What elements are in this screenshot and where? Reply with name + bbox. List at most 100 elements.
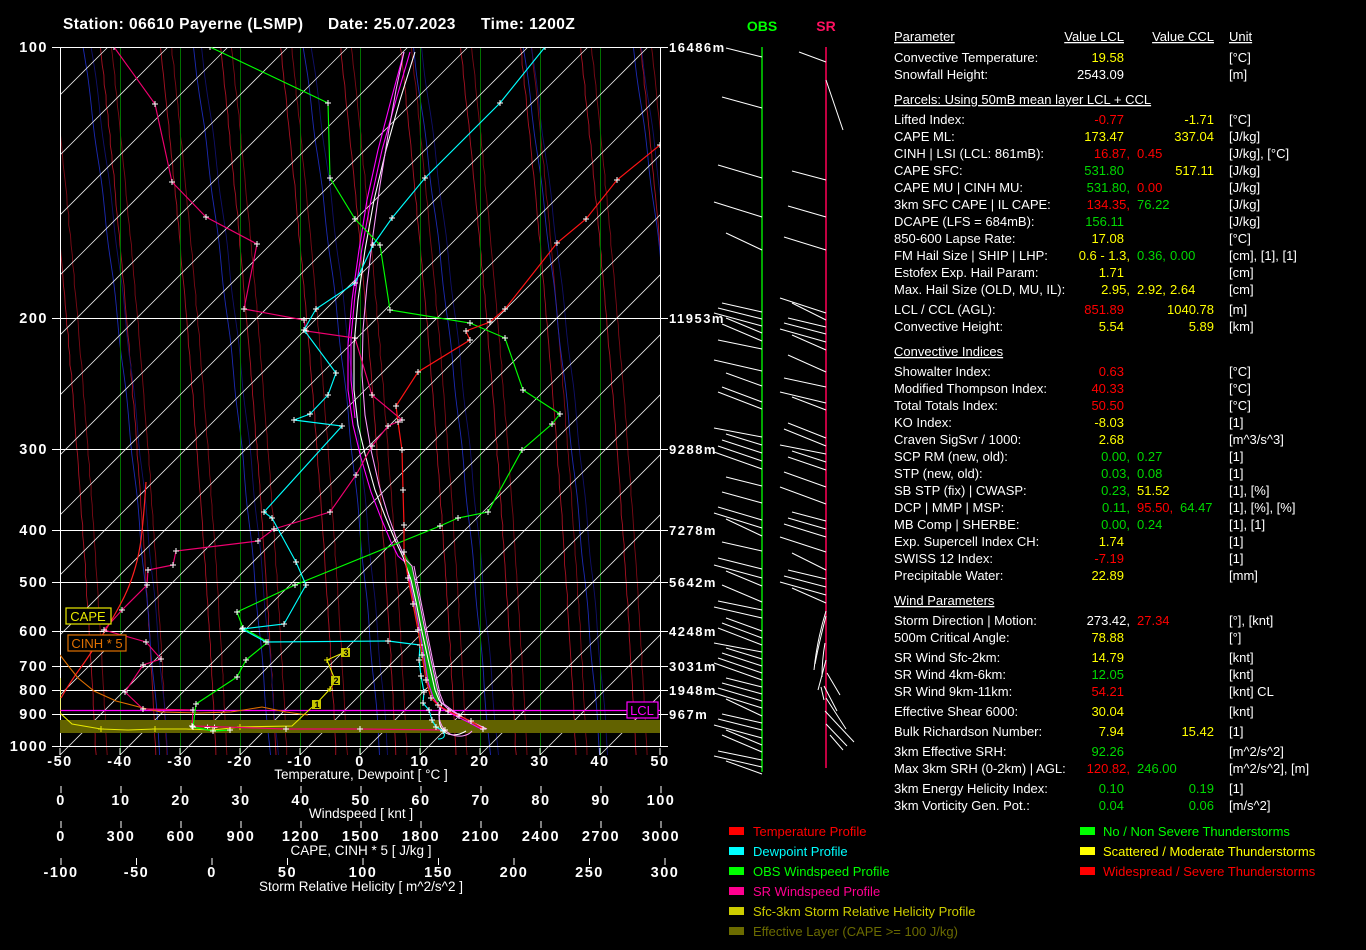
- svg-text:95.50,: 95.50,: [1137, 500, 1173, 515]
- svg-text:KO Index:: KO Index:: [894, 415, 952, 430]
- svg-text:-50: -50: [47, 754, 72, 770]
- svg-text:Wind Parameters: Wind Parameters: [894, 593, 995, 608]
- svg-text:12.05: 12.05: [1091, 667, 1124, 682]
- svg-text:800: 800: [19, 683, 48, 699]
- svg-text:300: 300: [107, 829, 136, 845]
- svg-text:2100: 2100: [462, 829, 500, 845]
- svg-text:78.88: 78.88: [1091, 630, 1124, 645]
- svg-text:300: 300: [651, 865, 680, 881]
- svg-text:0.00: 0.00: [1170, 248, 1195, 263]
- svg-text:0.36,: 0.36,: [1137, 248, 1166, 263]
- svg-text:[cm]: [cm]: [1229, 282, 1254, 297]
- svg-text:3031m: 3031m: [669, 659, 717, 674]
- svg-text:Value CCL: Value CCL: [1152, 29, 1214, 44]
- svg-text:7278m: 7278m: [669, 523, 717, 538]
- svg-text:[m^2/s^2]: [m^2/s^2]: [1229, 744, 1284, 759]
- svg-text:0.6 - 1.3,: 0.6 - 1.3,: [1079, 248, 1130, 263]
- svg-text:64.47: 64.47: [1180, 500, 1213, 515]
- svg-text:2543.09: 2543.09: [1077, 67, 1124, 82]
- svg-text:[1]: [1]: [1229, 466, 1243, 481]
- svg-text:851.89: 851.89: [1084, 302, 1124, 317]
- svg-text:40.33: 40.33: [1091, 381, 1124, 396]
- svg-text:92.26: 92.26: [1091, 744, 1124, 759]
- svg-text:70: 70: [471, 793, 490, 809]
- svg-text:0.27: 0.27: [1137, 449, 1162, 464]
- svg-text:531.80,: 531.80,: [1087, 180, 1130, 195]
- svg-text:600: 600: [167, 829, 196, 845]
- svg-text:SR Windspeed Profile: SR Windspeed Profile: [753, 884, 880, 899]
- svg-text:[1]: [1]: [1229, 781, 1243, 796]
- svg-text:246.00: 246.00: [1137, 761, 1177, 776]
- svg-text:[°C]: [°C]: [1229, 398, 1251, 413]
- svg-text:[1]: [1]: [1229, 551, 1243, 566]
- svg-text:50: 50: [650, 754, 669, 770]
- svg-text:3km SFC CAPE | IL CAPE:: 3km SFC CAPE | IL CAPE:: [894, 197, 1051, 212]
- svg-text:Effective Layer (CAPE >= 100 J: Effective Layer (CAPE >= 100 J/kg): [753, 924, 958, 939]
- svg-text:16.87,: 16.87,: [1094, 146, 1130, 161]
- svg-text:30: 30: [231, 793, 250, 809]
- svg-text:-30: -30: [167, 754, 192, 770]
- svg-text:0.00,: 0.00,: [1101, 449, 1130, 464]
- svg-text:No / Non Severe Thunderstorms: No / Non Severe Thunderstorms: [1103, 824, 1290, 839]
- svg-text:Precipitable Water:: Precipitable Water:: [894, 568, 1003, 583]
- svg-text:Station: 06610 Payerne (LSMP): Station: 06610 Payerne (LSMP): [63, 16, 303, 33]
- svg-text:Modified Thompson Index:: Modified Thompson Index:: [894, 381, 1047, 396]
- svg-text:[knt]: [knt]: [1229, 667, 1254, 682]
- svg-text:[1]: [1]: [1229, 415, 1243, 430]
- svg-text:Sfc-3km Storm Relative Helicit: Sfc-3km Storm Relative Helicity Profile: [753, 904, 976, 919]
- svg-text:9288m: 9288m: [669, 442, 717, 457]
- svg-text:Time: 1200Z: Time: 1200Z: [481, 16, 575, 33]
- svg-text:OBS Windspeed Profile: OBS Windspeed Profile: [753, 864, 890, 879]
- svg-text:-7.19: -7.19: [1094, 551, 1124, 566]
- svg-text:54.21: 54.21: [1091, 684, 1124, 699]
- svg-text:0.11,: 0.11,: [1102, 500, 1130, 515]
- svg-text:20: 20: [470, 754, 489, 770]
- svg-text:Temperature, Dewpoint [ °C ]: Temperature, Dewpoint [ °C ]: [274, 767, 447, 782]
- svg-text:967m: 967m: [669, 707, 708, 722]
- svg-text:900: 900: [19, 707, 48, 723]
- svg-text:5.54: 5.54: [1099, 319, 1124, 334]
- svg-text:[cm]: [cm]: [1229, 265, 1254, 280]
- svg-text:2: 2: [333, 676, 338, 686]
- svg-text:Effective Shear 6000:: Effective Shear 6000:: [894, 704, 1018, 719]
- svg-text:700: 700: [19, 659, 48, 675]
- svg-text:FM Hail Size | SHIP | LHP:: FM Hail Size | SHIP | LHP:: [894, 248, 1048, 263]
- svg-text:SR Wind 9km-11km:: SR Wind 9km-11km:: [894, 684, 1012, 699]
- svg-text:100: 100: [647, 793, 676, 809]
- svg-text:76.22: 76.22: [1137, 197, 1170, 212]
- svg-text:0.06: 0.06: [1189, 798, 1214, 813]
- svg-text:17.08: 17.08: [1091, 231, 1124, 246]
- svg-text:120.82,: 120.82,: [1087, 761, 1130, 776]
- svg-text:Lifted Index:: Lifted Index:: [894, 112, 965, 127]
- svg-text:0.19: 0.19: [1189, 781, 1214, 796]
- svg-text:5642m: 5642m: [669, 575, 717, 590]
- svg-text:Convective Indices: Convective Indices: [894, 344, 1004, 359]
- svg-text:Convective Temperature:: Convective Temperature:: [894, 50, 1038, 65]
- svg-text:Craven SigSvr / 1000:: Craven SigSvr / 1000:: [894, 432, 1021, 447]
- svg-text:20: 20: [171, 793, 190, 809]
- svg-text:1948m: 1948m: [669, 683, 717, 698]
- svg-text:LCL: LCL: [630, 703, 654, 718]
- svg-text:[m^3/s^3]: [m^3/s^3]: [1229, 432, 1284, 447]
- svg-text:30.04: 30.04: [1091, 704, 1124, 719]
- svg-text:Exp. Supercell Index CH:: Exp. Supercell Index CH:: [894, 534, 1039, 549]
- svg-text:[mm]: [mm]: [1229, 568, 1258, 583]
- svg-text:900: 900: [227, 829, 256, 845]
- svg-text:0: 0: [56, 829, 66, 845]
- svg-text:Max 3km SRH (0-2km) | AGL:: Max 3km SRH (0-2km) | AGL:: [894, 761, 1066, 776]
- svg-text:CINH | LSI (LCL: 861mB):: CINH | LSI (LCL: 861mB):: [894, 146, 1044, 161]
- svg-text:14.79: 14.79: [1091, 650, 1124, 665]
- svg-text:[°C]: [°C]: [1229, 112, 1251, 127]
- svg-text:Parameter: Parameter: [894, 29, 955, 44]
- svg-text:0.04: 0.04: [1099, 798, 1124, 813]
- svg-text:Showalter Index:: Showalter Index:: [894, 364, 991, 379]
- svg-text:300: 300: [19, 442, 48, 458]
- svg-text:50.50: 50.50: [1091, 398, 1124, 413]
- svg-text:Value LCL: Value LCL: [1064, 29, 1124, 44]
- svg-text:-1.71: -1.71: [1184, 112, 1214, 127]
- svg-text:1000: 1000: [10, 739, 48, 755]
- svg-text:Parcels: Using 50mB mean layer: Parcels: Using 50mB mean layer LCL + CCL: [894, 92, 1151, 107]
- svg-text:Date: 25.07.2023: Date: 25.07.2023: [328, 16, 456, 33]
- svg-text:156.11: 156.11: [1085, 214, 1124, 229]
- svg-text:Unit: Unit: [1229, 29, 1253, 44]
